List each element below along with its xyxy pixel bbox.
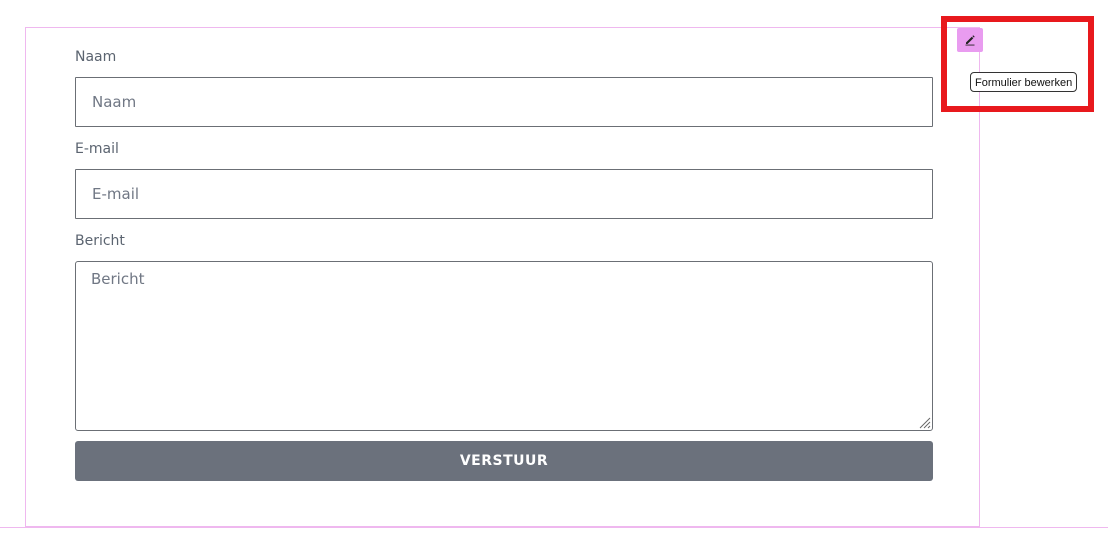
pencil-icon [965, 35, 975, 46]
email-input[interactable] [75, 169, 933, 219]
name-label: Naam [75, 49, 117, 65]
edit-form-button[interactable] [957, 28, 983, 52]
message-textarea[interactable] [75, 261, 933, 431]
submit-button[interactable]: VERSTUUR [75, 441, 933, 481]
page-divider [0, 527, 1108, 528]
message-label: Bericht [75, 233, 125, 249]
name-input[interactable] [75, 77, 933, 127]
resize-grip-icon[interactable] [917, 415, 931, 429]
email-label: E-mail [75, 141, 119, 157]
edit-form-tooltip: Formulier bewerken [970, 72, 1078, 92]
